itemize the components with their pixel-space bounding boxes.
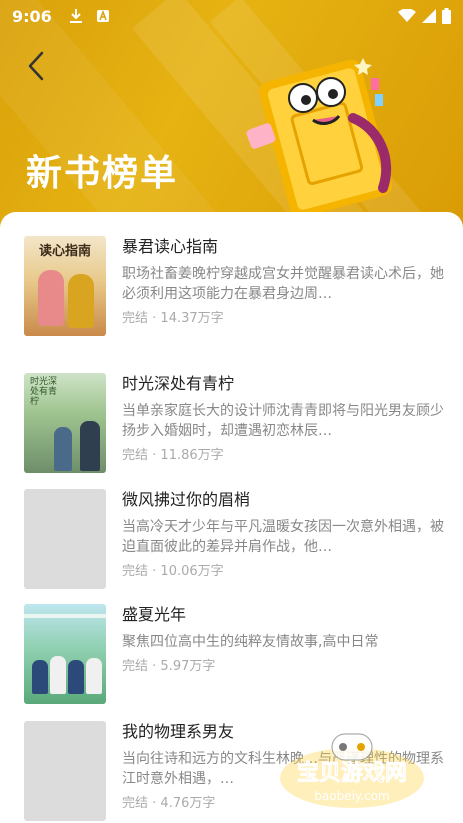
book-cover-placeholder bbox=[24, 721, 106, 821]
book-item[interactable]: 时光深处有青柠 时光深处有青柠 当单亲家庭长大的设计师沈青青即将与阳光男友顾少扬… bbox=[24, 373, 444, 473]
status-bar: 9:06 bbox=[0, 0, 463, 32]
back-button[interactable] bbox=[18, 48, 54, 84]
book-word-count: 14.37万字 bbox=[160, 311, 224, 326]
book-meta: 完结 · 10.06万字 bbox=[122, 563, 444, 581]
book-title: 微风拂过你的眉梢 bbox=[122, 490, 251, 509]
book-word-count: 4.76万字 bbox=[160, 796, 216, 811]
cover-title-text: 读心指南 bbox=[38, 244, 91, 259]
watermark-title: 宝贝游戏网 bbox=[297, 760, 407, 786]
chevron-left-icon bbox=[28, 51, 44, 81]
book-word-count: 5.97万字 bbox=[160, 659, 216, 674]
book-item[interactable]: 微风拂过你的眉梢 当高冷天才少年与平凡温暖女孩因一次意外相遇，被迫直面彼此的差异… bbox=[24, 489, 444, 589]
status-time: 9:06 bbox=[12, 6, 52, 26]
cover-title-text: 时光深处有青柠 bbox=[30, 377, 58, 407]
book-cover-placeholder bbox=[24, 489, 106, 589]
book-status: 完结 bbox=[122, 796, 149, 811]
book-status: 完结 bbox=[122, 311, 149, 326]
book-title: 时光深处有青柠 bbox=[122, 374, 235, 393]
meta-separator: · bbox=[148, 796, 161, 811]
book-meta: 完结 · 14.37万字 bbox=[122, 310, 444, 328]
book-word-count: 11.86万字 bbox=[160, 448, 224, 463]
watermark-logo: 宝贝游戏网 baobeiy.com bbox=[280, 733, 424, 808]
book-word-count: 10.06万字 bbox=[160, 564, 224, 579]
meta-separator: · bbox=[148, 659, 161, 674]
book-description: 当高冷天才少年与平凡温暖女孩因一次意外相遇，被迫直面彼此的差异并肩作战，他… bbox=[122, 519, 444, 555]
watermark-url: baobeiy.com bbox=[314, 789, 389, 803]
book-status: 完结 bbox=[122, 448, 149, 463]
book-cover: 读心指南 bbox=[24, 236, 106, 336]
page-title: 新书榜单 bbox=[26, 153, 179, 194]
book-cover bbox=[24, 604, 106, 704]
book-status: 完结 bbox=[122, 659, 149, 674]
battery-icon bbox=[442, 8, 451, 24]
book-title: 暴君读心指南 bbox=[122, 237, 219, 256]
signal-icon bbox=[422, 9, 436, 23]
book-description: 职场社畜姜晚柠穿越成宫女并觉醒暴君读心术后，她必须利用这项能力在暴君身边周… bbox=[122, 266, 444, 302]
book-status: 完结 bbox=[122, 564, 149, 579]
download-icon bbox=[69, 9, 82, 23]
book-item[interactable]: 读心指南 暴君读心指南 职场社畜姜晚柠穿越成宫女并觉醒暴君读心术后，她必须利用这… bbox=[24, 236, 444, 336]
book-mascot-icon bbox=[246, 58, 393, 218]
meta-separator: · bbox=[148, 311, 161, 326]
book-item[interactable]: 盛夏光年 聚焦四位高中生的纯粹友情故事,高中日常 完结 · 5.97万字 bbox=[24, 604, 444, 704]
book-meta: 完结 · 5.97万字 bbox=[122, 658, 444, 676]
book-description: 聚焦四位高中生的纯粹友情故事,高中日常 bbox=[122, 634, 379, 650]
app-notification-icon bbox=[96, 9, 109, 22]
book-title: 盛夏光年 bbox=[122, 605, 187, 624]
book-meta: 完结 · 11.86万字 bbox=[122, 447, 444, 465]
meta-separator: · bbox=[148, 564, 161, 579]
book-cover: 时光深处有青柠 bbox=[24, 373, 106, 473]
book-description: 当单亲家庭长大的设计师沈青青即将与阳光男友顾少扬步入婚姻时，却遭遇初恋林辰… bbox=[122, 403, 444, 439]
wifi-icon bbox=[398, 9, 416, 22]
header-banner: 9:06 新书榜单 bbox=[0, 0, 463, 240]
meta-separator: · bbox=[148, 448, 161, 463]
